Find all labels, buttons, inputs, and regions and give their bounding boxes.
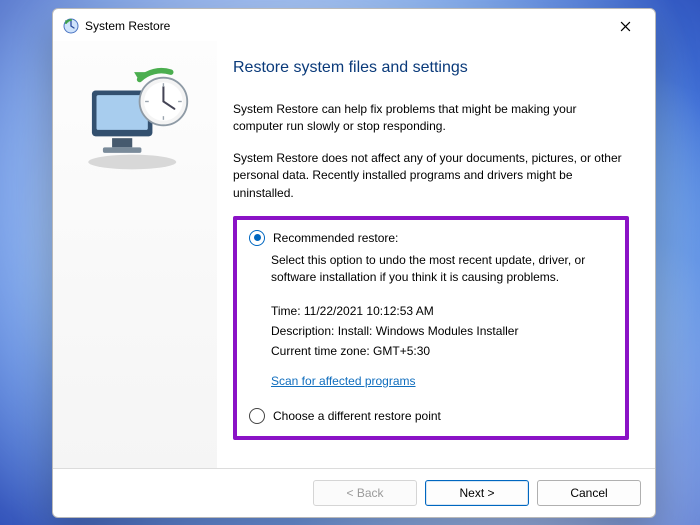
system-restore-window: System Restore Restore system files <box>52 8 656 518</box>
choose-different-point-label: Choose a different restore point <box>273 409 441 423</box>
wizard-content: Restore system files and settings System… <box>217 41 655 468</box>
restore-illustration-icon <box>73 63 197 173</box>
restore-description: Description: Install: Windows Modules In… <box>271 324 613 338</box>
scan-affected-programs-link[interactable]: Scan for affected programs <box>271 374 416 388</box>
next-button[interactable]: Next > <box>425 480 529 506</box>
back-button: < Back <box>313 480 417 506</box>
restore-time-label: Time: <box>271 304 304 318</box>
title-bar: System Restore <box>53 9 655 41</box>
page-heading: Restore system files and settings <box>233 59 629 77</box>
recommended-restore-description: Select this option to undo the most rece… <box>271 252 613 286</box>
restore-time: Time: 11/22/2021 10:12:53 AM <box>271 304 613 318</box>
restore-description-label: Description: <box>271 324 338 338</box>
restore-time-value: 11/22/2021 10:12:53 AM <box>304 304 434 318</box>
choose-different-point-option[interactable]: Choose a different restore point <box>249 408 613 424</box>
cancel-button[interactable]: Cancel <box>537 480 641 506</box>
restore-timezone: Current time zone: GMT+5:30 <box>271 344 613 358</box>
wizard-footer: < Back Next > Cancel <box>53 468 655 517</box>
intro-paragraph-2: System Restore does not affect any of yo… <box>233 150 629 202</box>
intro-paragraph-1: System Restore can help fix problems tha… <box>233 101 629 136</box>
recommended-restore-label: Recommended restore: <box>273 231 398 245</box>
restore-timezone-label: Current time zone: <box>271 344 373 358</box>
close-button[interactable] <box>603 12 647 40</box>
restore-description-value: Install: Windows Modules Installer <box>338 324 519 338</box>
close-icon <box>620 21 631 32</box>
recommended-restore-option[interactable]: Recommended restore: <box>249 230 613 246</box>
radio-unselected-icon <box>249 408 265 424</box>
wizard-sidebar <box>53 41 217 468</box>
window-title: System Restore <box>85 19 170 33</box>
system-restore-icon <box>63 18 79 34</box>
radio-selected-icon <box>249 230 265 246</box>
restore-timezone-value: GMT+5:30 <box>373 344 430 358</box>
window-body: Restore system files and settings System… <box>53 41 655 468</box>
highlighted-options-box: Recommended restore: Select this option … <box>233 216 629 440</box>
